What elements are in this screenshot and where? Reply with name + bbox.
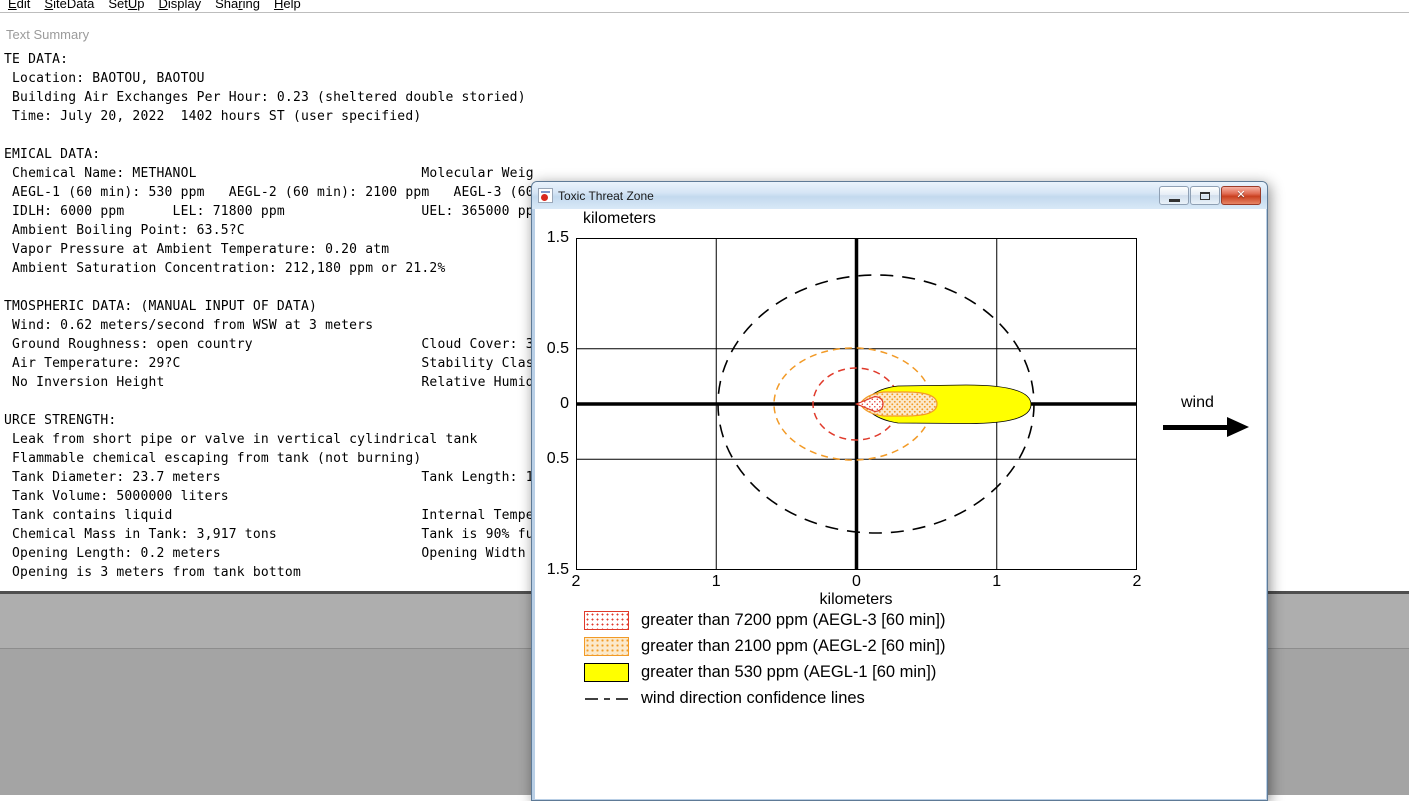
legend-swatch-aegl3 — [584, 610, 629, 630]
legend-row: greater than 530 ppm (AEGL-1 [60 min]) — [584, 662, 946, 682]
x-tick-labels: 2 1 0 1 2 — [535, 209, 1266, 609]
x-tick-label: 0 — [852, 573, 861, 590]
text-summary-content: TE DATA: Location: BAOTOU, BAOTOU Buildi… — [4, 52, 534, 580]
legend-row: greater than 2100 ppm (AEGL-2 [60 min]) — [584, 636, 946, 656]
wind-label: wind — [1181, 394, 1214, 411]
menu-bar: Edit SiteData SetUp Display Sharing Help — [0, 0, 1409, 13]
window-title: Toxic Threat Zone — [558, 188, 654, 203]
menu-item-display[interactable]: Display — [158, 0, 201, 12]
wind-arrow-icon — [1163, 417, 1253, 437]
menu-item-sharing[interactable]: Sharing — [215, 0, 260, 12]
menu-item-help[interactable]: Help — [274, 0, 301, 12]
legend-row: greater than 7200 ppm (AEGL-3 [60 min]) — [584, 610, 946, 630]
legend-label: wind direction confidence lines — [641, 688, 865, 707]
legend: greater than 7200 ppm (AEGL-3 [60 min]) g… — [584, 610, 946, 714]
text-summary-title: Text Summary — [6, 27, 90, 42]
x-axis-title: kilometers — [819, 591, 893, 608]
minimize-button[interactable] — [1159, 186, 1189, 205]
maximize-button[interactable] — [1190, 186, 1220, 205]
window-controls: ✕ — [1159, 186, 1261, 205]
legend-label: greater than 530 ppm (AEGL-1 [60 min]) — [641, 662, 937, 681]
menu-item-setup[interactable]: SetUp — [108, 0, 144, 12]
plot-client-area: kilometers 1.5 0.5 0 0.5 1.5 2 1 0 1 2 k… — [535, 209, 1266, 799]
legend-swatch-aegl2 — [584, 636, 629, 656]
menu-item-sitedata[interactable]: SiteData — [44, 0, 94, 12]
legend-swatch-confidence — [584, 689, 629, 708]
x-tick-label: 1 — [711, 573, 721, 590]
legend-swatch-aegl1 — [584, 662, 629, 682]
legend-row: wind direction confidence lines — [584, 688, 946, 708]
legend-label: greater than 2100 ppm (AEGL-2 [60 min]) — [641, 636, 946, 655]
maximize-icon — [1200, 191, 1210, 200]
menu-item-edit[interactable]: Edit — [8, 0, 30, 12]
close-button[interactable]: ✕ — [1221, 186, 1261, 205]
x-tick-label: 1 — [992, 573, 1002, 590]
x-tick-label: 2 — [571, 573, 581, 590]
close-icon: ✕ — [1236, 189, 1246, 201]
window-icon — [538, 188, 553, 203]
toxic-threat-zone-window[interactable]: Toxic Threat Zone ✕ kilometers 1.5 0.5 0… — [531, 181, 1268, 801]
window-titlebar[interactable]: Toxic Threat Zone ✕ — [532, 182, 1267, 209]
x-tick-label: 2 — [1132, 573, 1142, 590]
minimize-icon — [1168, 198, 1180, 202]
legend-label: greater than 7200 ppm (AEGL-3 [60 min]) — [641, 610, 946, 629]
